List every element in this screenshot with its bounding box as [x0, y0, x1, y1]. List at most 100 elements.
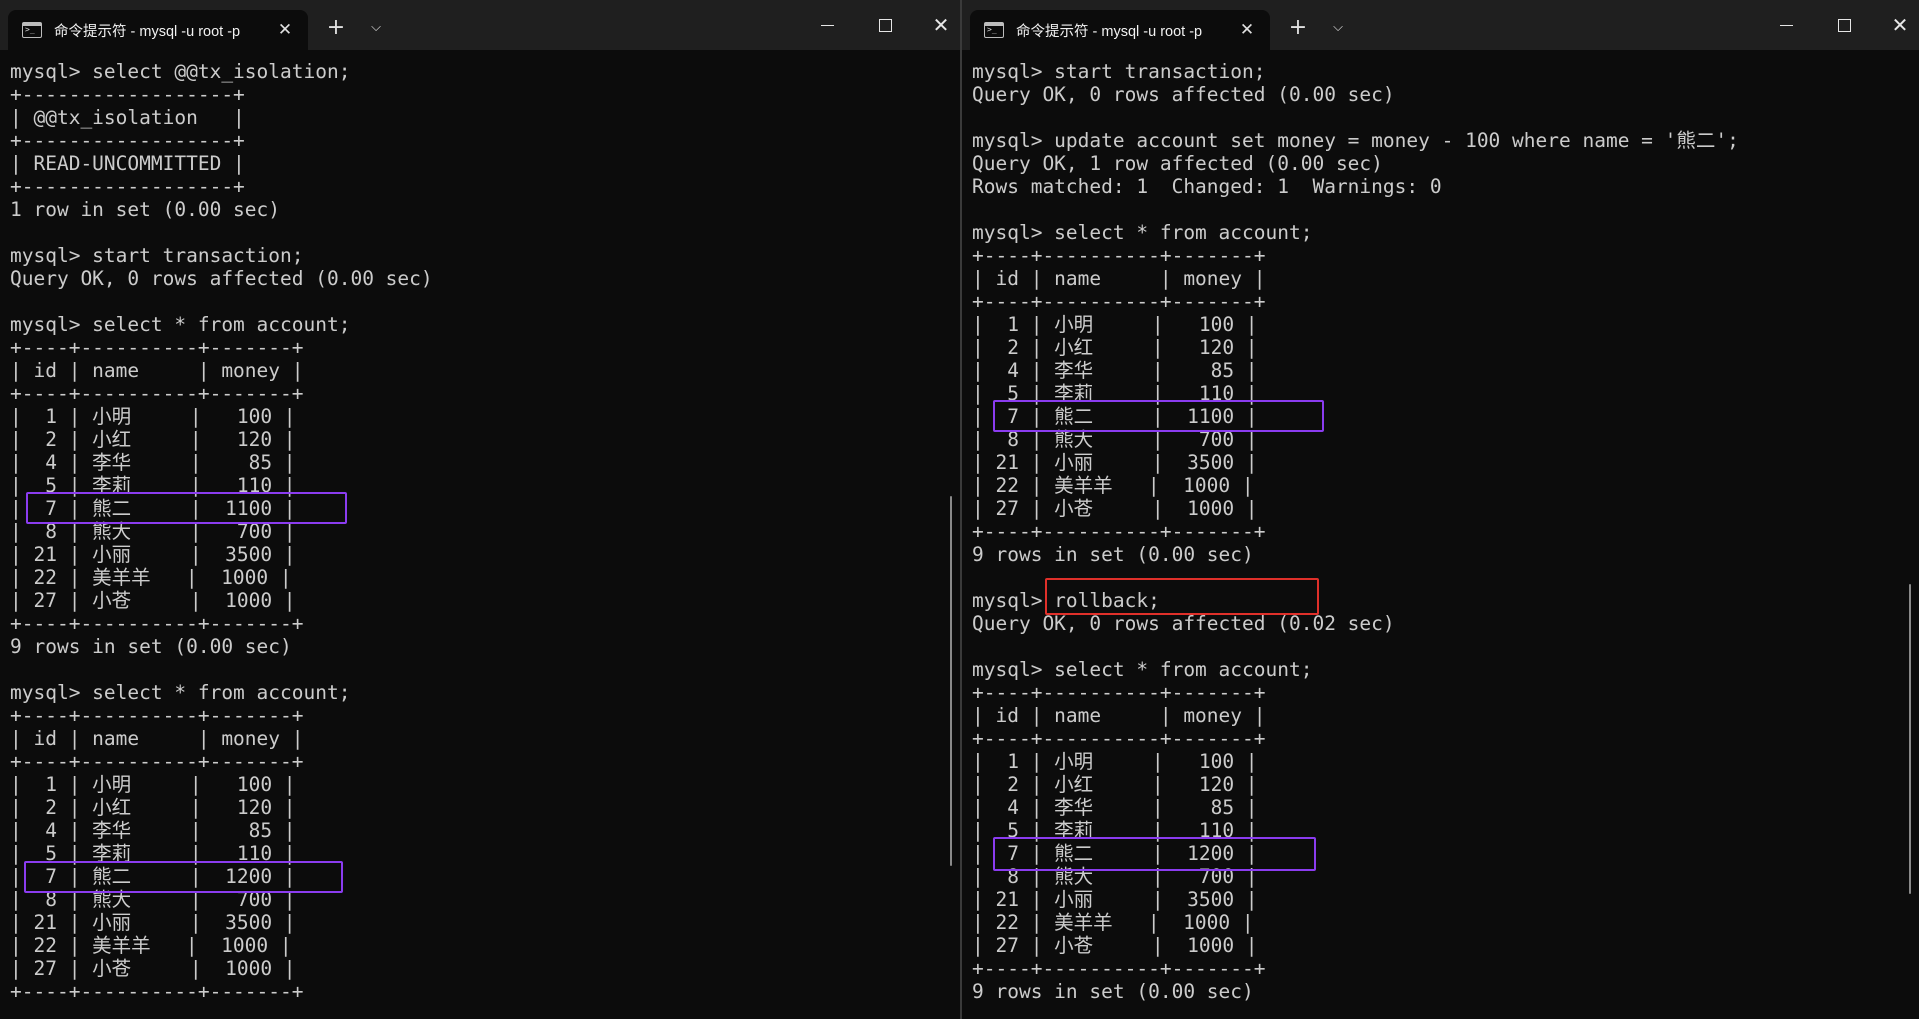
console-line: +----+----------+-------+	[10, 382, 304, 405]
console-line: | id | name | money |	[972, 704, 1266, 727]
console-line: | 27 | 小苍 | 1000 |	[972, 497, 1258, 520]
close-button[interactable]: ✕	[926, 12, 956, 38]
close-icon: ✕	[932, 13, 950, 37]
maximize-button[interactable]	[870, 12, 900, 38]
console-line: | 27 | 小苍 | 1000 |	[10, 589, 296, 612]
console-line: Query OK, 0 rows affected (0.02 sec)	[972, 612, 1395, 635]
console-line: +----+----------+-------+	[972, 681, 1266, 704]
terminal-window-right: 命令提示符 - mysql -u root -p ✕ + ⌵ ✕ mysql> …	[962, 0, 1919, 1019]
console-line: | 22 | 美羊羊 | 1000 |	[10, 934, 292, 957]
minimize-icon	[1779, 24, 1793, 26]
highlight-box-row-7-after	[24, 861, 343, 893]
console-line: +----+----------+-------+	[972, 290, 1266, 313]
console-line: | 22 | 美羊羊 | 1000 |	[972, 474, 1254, 497]
terminal-icon	[984, 22, 1004, 38]
title-bar: 命令提示符 - mysql -u root -p ✕ + ⌵ ✕	[962, 0, 1919, 50]
console-line: +----+----------+-------+	[972, 244, 1266, 267]
console-line: +----+----------+-------+	[10, 750, 304, 773]
chevron-down-icon[interactable]: ⌵	[1324, 14, 1352, 40]
terminal-window-left: 命令提示符 - mysql -u root -p ✕ + ⌵ ✕ mysql> …	[0, 0, 960, 1019]
tab-command-prompt[interactable]: 命令提示符 - mysql -u root -p ✕	[8, 10, 308, 50]
console-line: Rows matched: 1 Changed: 1 Warnings: 0	[972, 175, 1442, 198]
console-output[interactable]: mysql> start transaction; Query OK, 0 row…	[972, 60, 1902, 1015]
console-line: +------------------+	[10, 129, 245, 152]
console-line: | 2 | 小红 | 120 |	[972, 336, 1258, 359]
console-line: +----+----------+-------+	[10, 704, 304, 727]
console-line: | 27 | 小苍 | 1000 |	[972, 934, 1258, 957]
console-line: mysql> start transaction;	[10, 244, 304, 267]
tab-title: 命令提示符 - mysql -u root -p	[54, 23, 241, 40]
minimize-icon	[820, 24, 834, 26]
highlight-box-rollback	[1045, 578, 1319, 615]
console-line: | 21 | 小丽 | 3500 |	[10, 911, 296, 934]
console-line: | 1 | 小明 | 100 |	[972, 313, 1258, 336]
tab-close-icon[interactable]: ✕	[1234, 17, 1260, 43]
console-line: +----+----------+-------+	[972, 957, 1266, 980]
close-icon: ✕	[1891, 13, 1909, 37]
close-button[interactable]: ✕	[1885, 12, 1915, 38]
tab-close-icon[interactable]: ✕	[272, 17, 298, 43]
chevron-down-icon[interactable]: ⌵	[362, 14, 390, 40]
console-line: mysql> select * from account;	[972, 658, 1313, 681]
console-line: Query OK, 0 rows affected (0.00 sec)	[972, 83, 1395, 106]
console-line: | 2 | 小红 | 120 |	[10, 796, 296, 819]
console-line: | 21 | 小丽 | 3500 |	[972, 451, 1258, 474]
maximize-icon	[1837, 18, 1851, 32]
console-line: +------------------+	[10, 175, 245, 198]
console-line: | 4 | 李华 | 85 |	[972, 359, 1258, 382]
console-line: | 1 | 小明 | 100 |	[10, 773, 296, 796]
console-line: | 4 | 李华 | 85 |	[10, 819, 296, 842]
console-line: +----+----------+-------+	[972, 520, 1266, 543]
console-line: | 21 | 小丽 | 3500 |	[972, 888, 1258, 911]
console-line: | 4 | 李华 | 85 |	[10, 451, 296, 474]
console-line: mysql> select @@tx_isolation;	[10, 60, 351, 83]
console-line: | 22 | 美羊羊 | 1000 |	[972, 911, 1254, 934]
console-line: | READ-UNCOMMITTED |	[10, 152, 245, 175]
console-line: | 1 | 小明 | 100 |	[10, 405, 296, 428]
console-line: +----+----------+-------+	[10, 612, 304, 635]
maximize-icon	[878, 18, 892, 32]
console-line: Query OK, 0 rows affected (0.00 sec)	[10, 267, 433, 290]
title-bar: 命令提示符 - mysql -u root -p ✕ + ⌵ ✕	[0, 0, 960, 50]
console-line: | 2 | 小红 | 120 |	[972, 773, 1258, 796]
terminal-icon	[22, 22, 42, 38]
highlight-box-row-7	[26, 492, 347, 524]
console-line: 1 row in set (0.00 sec)	[10, 198, 281, 221]
tab-title: 命令提示符 - mysql -u root -p	[1016, 23, 1203, 40]
console-line: +----+----------+-------+	[10, 336, 304, 359]
console-line: | 4 | 李华 | 85 |	[972, 796, 1258, 819]
console-line: | 21 | 小丽 | 3500 |	[10, 543, 296, 566]
console-line: | @@tx_isolation |	[10, 106, 245, 129]
console-line: mysql> update account set money = money …	[972, 129, 1739, 152]
minimize-button[interactable]	[812, 12, 842, 38]
scrollbar[interactable]	[1909, 584, 1911, 894]
console-line: | 1 | 小明 | 100 |	[972, 750, 1258, 773]
console-line: mysql> select * from account;	[10, 313, 351, 336]
console-line: | id | name | money |	[10, 359, 304, 382]
console-line: +----+----------+-------+	[972, 727, 1266, 750]
console-line: Query OK, 1 row affected (0.00 sec)	[972, 152, 1383, 175]
scrollbar[interactable]	[950, 496, 952, 866]
console-line: +------------------+	[10, 83, 245, 106]
console-line: +----+----------+-------+	[10, 980, 304, 1003]
console-line: mysql> start transaction;	[972, 60, 1266, 83]
plus-icon[interactable]: +	[1284, 14, 1312, 40]
console-line: | id | name | money |	[972, 267, 1266, 290]
maximize-button[interactable]	[1829, 12, 1859, 38]
tab-command-prompt[interactable]: 命令提示符 - mysql -u root -p ✕	[970, 10, 1270, 50]
console-line: | 27 | 小苍 | 1000 |	[10, 957, 296, 980]
minimize-button[interactable]	[1771, 12, 1801, 38]
console-line: 9 rows in set (0.00 sec)	[10, 635, 292, 658]
console-line: | 2 | 小红 | 120 |	[10, 428, 296, 451]
plus-icon[interactable]: +	[322, 14, 350, 40]
console-line: mysql> select * from account;	[972, 221, 1313, 244]
console-line: mysql> select * from account;	[10, 681, 351, 704]
console-line: | id | name | money |	[10, 727, 304, 750]
console-line: 9 rows in set (0.00 sec)	[972, 543, 1254, 566]
